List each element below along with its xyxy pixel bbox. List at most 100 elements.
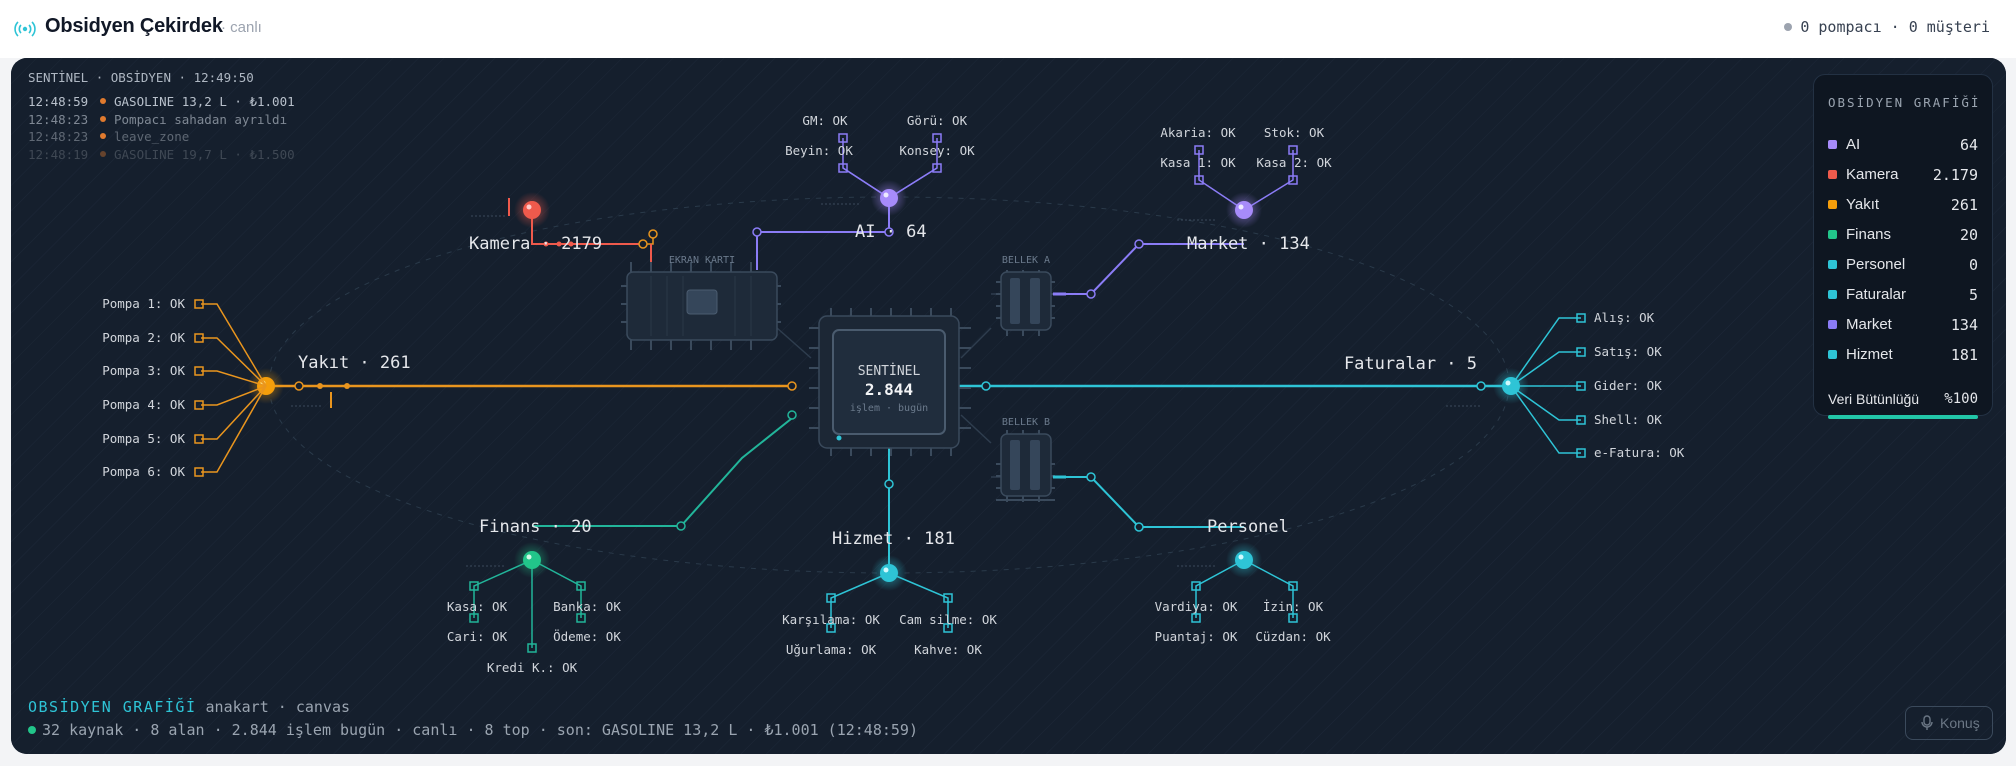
pump-5-label: Pompa 5: OK [102, 431, 185, 446]
log-text: leave_zone [114, 129, 190, 144]
fatura-sub-efatura: e-Fatura: OK [1594, 445, 1685, 460]
gpu-chip-label: EKRAN KARTI [669, 255, 735, 266]
legend-swatch [1828, 350, 1837, 359]
hizmet-sub-kahve: Kahve: OK [914, 642, 982, 657]
hizmet-sub-camsilme: Cam silme: OK [899, 612, 997, 627]
motherboard-canvas: EKRAN KARTI BELLEK A BELLEK B SENTİNEL 2… [11, 58, 2006, 754]
circuit-graph: EKRAN KARTI BELLEK A BELLEK B SENTİNEL 2… [11, 58, 2006, 754]
counts-text: 0 pompacı · 0 müşteri [1800, 18, 1990, 36]
ai-sub-gm: GM: OK [802, 113, 848, 128]
pump-3-label: Pompa 3: OK [102, 363, 185, 378]
legend-name: Hizmet [1846, 346, 1893, 363]
legend-value: 20 [1959, 226, 1978, 244]
log-row: 12:48:23 Pompacı sahadan ayrıldı [28, 111, 295, 129]
legend-item-finans[interactable]: Finans 20 [1828, 225, 1978, 245]
legend-swatch [1828, 230, 1837, 239]
legend-panel: OBSİDYEN GRAFİĞİ AI 64 Kamera 2.179 Yakıt 2… [1813, 74, 1993, 419]
legend-item-personel[interactable]: Personel 0 [1828, 255, 1978, 275]
legend-swatch [1828, 200, 1837, 209]
ai-sub-konsey: Konsey: OK [899, 143, 975, 158]
log-dot [100, 133, 106, 139]
fatura-sub-alis: Alış: OK [1594, 310, 1655, 325]
log-row: 12:48:59 GASOLINE 13,2 L · ₺1.001 [28, 93, 295, 111]
counts-readout: 0 pompacı · 0 müşteri [1784, 18, 1990, 36]
legend-value: 261 [1950, 196, 1978, 214]
log-time: 12:48:19 [28, 146, 89, 162]
legend-name: Kamera [1846, 166, 1899, 183]
hizmet-node-label: Hizmet · 181 [832, 529, 955, 549]
footer-subtitle: anakart · canvas [205, 698, 351, 716]
log-time: 12:48:23 [28, 129, 89, 144]
log-text: GASOLINE 13,2 L · ₺1.001 [114, 94, 295, 109]
hizmet-sub-ugurlama: Uğurlama: OK [786, 642, 877, 657]
memory-a-label: BELLEK A [1002, 255, 1050, 266]
board-header: SENTİNEL · OBSİDYEN · 12:49:50 [28, 70, 254, 85]
pump-1-label: Pompa 1: OK [102, 296, 185, 311]
legend-item-market[interactable]: Market 134 [1828, 315, 1978, 335]
yakit-node-label: Yakıt · 261 [298, 353, 411, 373]
footer-status: 32 kaynak · 8 alan · 2.844 işlem bugün ·… [42, 721, 918, 739]
pump-4-label: Pompa 4: OK [102, 397, 185, 412]
finans-sub-odeme: Ödeme: OK [553, 628, 621, 644]
legend-value: 64 [1959, 136, 1978, 154]
legend-item-ai[interactable]: AI 64 [1828, 135, 1978, 155]
market-sub-kasa1: Kasa 1: OK [1160, 155, 1236, 170]
faturalar-node-label: Faturalar · 5 [1344, 354, 1477, 374]
fatura-sub-satis: Satış: OK [1594, 344, 1662, 359]
konus-button[interactable]: Konuş [1905, 706, 1993, 740]
log-text: GASOLINE 19,7 L · ₺1.500 [114, 146, 295, 162]
core-subtitle: işlem · bugün [850, 403, 928, 414]
market-node-label: Market · 134 [1187, 234, 1310, 254]
legend-swatch [1828, 170, 1837, 179]
event-log: 12:48:59 GASOLINE 13,2 L · ₺1.001 12:48:2… [28, 93, 295, 163]
finans-sub-banka: Banka: OK [553, 599, 621, 614]
legend-swatch [1828, 320, 1837, 329]
legend-title: OBSİDYEN GRAFİĞİ [1828, 95, 1981, 110]
log-row: 12:48:19 GASOLINE 19,7 L · ₺1.500 [28, 146, 295, 164]
sentinel-core-chip: SENTİNEL 2.844 işlem · bugün [809, 308, 971, 456]
legend-swatch [1828, 140, 1837, 149]
core-title: SENTİNEL [858, 363, 921, 379]
market-sub-kasa2: Kasa 2: OK [1256, 155, 1332, 170]
log-dot [100, 150, 106, 157]
footer-title: OBSİDYEN GRAFİĞİ [28, 698, 197, 716]
footer-title-row: OBSİDYEN GRAFİĞİ anakart · canvas [28, 698, 350, 716]
fatura-sub-gider: Gider: OK [1594, 378, 1662, 393]
finans-sub-cari: Cari: OK [447, 629, 508, 644]
legend-swatch [1828, 290, 1837, 299]
log-dot [100, 98, 106, 104]
legend-item-hizmet[interactable]: Hizmet 181 [1828, 345, 1978, 365]
log-time: 12:48:59 [28, 94, 89, 109]
microphone-icon [1921, 715, 1933, 730]
legend-value: 0 [1968, 256, 1978, 274]
konus-label: Konuş [1940, 715, 1980, 731]
ai-sub-goru: Görü: OK [907, 113, 968, 128]
log-text: Pompacı sahadan ayrıldı [114, 111, 288, 127]
legend-name: Yakıt [1846, 196, 1880, 213]
legend-value: 5 [1968, 286, 1978, 304]
legend-swatch [1828, 260, 1837, 269]
legend-item-faturalar[interactable]: Faturalar 5 [1828, 285, 1978, 305]
memory-b-label: BELLEK B [1002, 417, 1050, 428]
legend-value: 2.179 [1932, 166, 1978, 184]
legend-item-yakit[interactable]: Yakıt 261 [1828, 195, 1978, 215]
personel-node-label: Personel [1207, 517, 1289, 537]
legend-value: 181 [1950, 346, 1978, 364]
personel-sub-izin: İzin: OK [1263, 599, 1324, 614]
core-value: 2.844 [865, 380, 913, 399]
footer-status-row: 32 kaynak · 8 alan · 2.844 işlem bugün ·… [28, 721, 918, 739]
ai-sub-beyin: Beyin: OK [785, 143, 853, 158]
pump-6-label: Pompa 6: OK [102, 464, 185, 479]
finans-sub-kredi: Kredi K.: OK [487, 660, 578, 675]
hizmet-sub-karsilama: Karşılama: OK [782, 612, 880, 627]
status-dot [1784, 23, 1793, 31]
legend-item-kamera[interactable]: Kamera 2.179 [1828, 165, 1978, 185]
legend-name: Personel [1846, 256, 1906, 273]
pump-2-label: Pompa 2: OK [102, 330, 185, 345]
market-sub-akaria: Akaria: OK [1160, 125, 1236, 140]
app-title: Obsidyen Çekirdek [45, 15, 223, 37]
legend-value: 134 [1950, 316, 1978, 334]
market-sub-stok: Stok: OK [1264, 125, 1325, 140]
top-bar: Obsidyen Çekirdek · canlı 0 pompacı · 0 … [0, 0, 2016, 58]
legend-name: Finans [1846, 226, 1892, 243]
